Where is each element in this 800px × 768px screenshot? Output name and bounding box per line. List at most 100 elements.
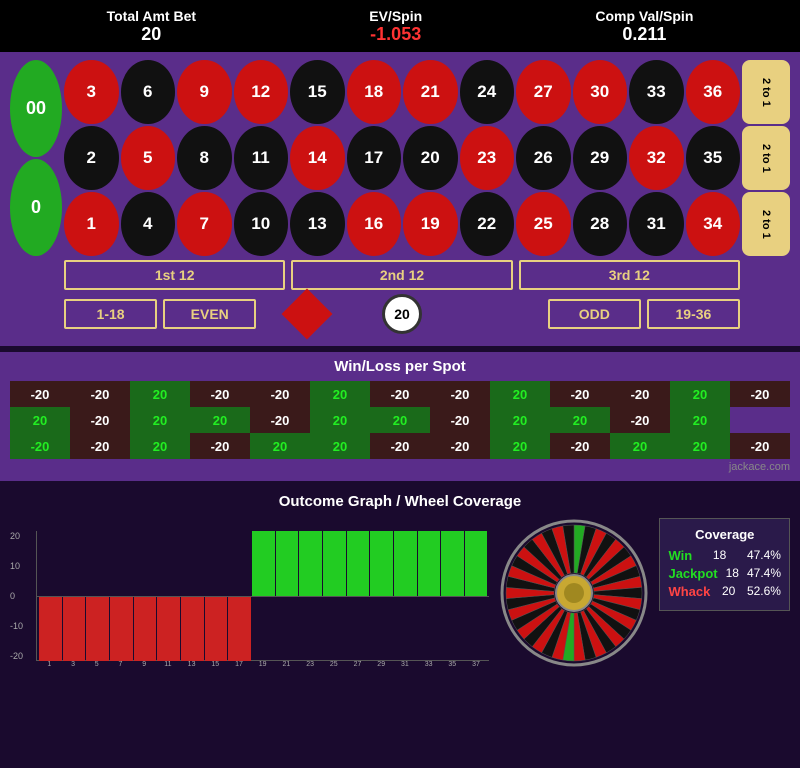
bet-odd[interactable]: ODD — [548, 299, 641, 329]
num-12[interactable]: 12 — [234, 60, 289, 124]
col-bet-2[interactable]: 2 to 1 — [742, 126, 790, 190]
num-9[interactable]: 9 — [177, 60, 232, 124]
dozen-bet-1st[interactable]: 1st 12 — [64, 260, 285, 290]
num-13[interactable]: 13 — [290, 192, 345, 256]
num-14[interactable]: 14 — [290, 126, 345, 190]
wl-cell: -20 — [730, 381, 790, 407]
col-bet-1[interactable]: 2 to 1 — [742, 60, 790, 124]
num-10[interactable]: 10 — [234, 192, 289, 256]
bar-space — [418, 596, 441, 661]
x-labels-row: 135791113151719212325272931333537 — [36, 661, 489, 668]
num-5[interactable]: 5 — [121, 126, 176, 190]
bet-19-36[interactable]: 19-36 — [647, 299, 740, 329]
num-32[interactable]: 32 — [629, 126, 684, 190]
num-29[interactable]: 29 — [573, 126, 628, 190]
bar-neg — [63, 596, 86, 661]
coverage-win-count: 18 — [713, 548, 726, 563]
col-bet-3[interactable]: 2 to 1 — [742, 192, 790, 256]
dozen-bet-3rd[interactable]: 3rd 12 — [519, 260, 740, 290]
num-15[interactable]: 15 — [290, 60, 345, 124]
y-label-neg20: -20 — [10, 651, 23, 661]
number-chip[interactable]: 20 — [382, 294, 422, 334]
bar-pos — [252, 531, 275, 596]
coverage-title: Coverage — [668, 527, 781, 542]
num-34[interactable]: 34 — [686, 192, 741, 256]
bet-even[interactable]: EVEN — [163, 299, 256, 329]
x-label-3: 3 — [62, 661, 85, 668]
number-chip-area: 20 — [357, 294, 446, 334]
ev-spin-col: EV/Spin -1.053 — [369, 8, 422, 45]
dozen-bet-2nd[interactable]: 2nd 12 — [291, 260, 512, 290]
x-label-19: 19 — [251, 661, 274, 668]
num-19[interactable]: 19 — [403, 192, 458, 256]
wl-cell: 20 — [670, 433, 730, 459]
wl-cell: -20 — [190, 433, 250, 459]
num-27[interactable]: 27 — [516, 60, 571, 124]
winloss-title: Win/Loss per Spot — [10, 358, 790, 375]
wheel-container — [499, 518, 649, 668]
numbers-grid: 00 0 3 6 9 12 15 18 21 24 27 30 33 36 2 … — [10, 60, 790, 256]
num-28[interactable]: 28 — [573, 192, 628, 256]
red-diamond[interactable] — [281, 289, 332, 340]
num-11[interactable]: 11 — [234, 126, 289, 190]
red-diamond-area — [262, 296, 351, 332]
wl-cell: 20 — [190, 407, 250, 433]
wl-cell: -20 — [430, 381, 490, 407]
bar-space — [465, 596, 488, 661]
num-17[interactable]: 17 — [347, 126, 402, 190]
wheel-hub-inner — [564, 583, 584, 603]
outcome-content: 20 10 0 -10 -20 135791113151719212325272… — [10, 518, 790, 668]
wl-cell: 20 — [490, 433, 550, 459]
bet-1-18[interactable]: 1-18 — [64, 299, 157, 329]
x-label-17: 17 — [228, 661, 251, 668]
num-7[interactable]: 7 — [177, 192, 232, 256]
double-zero[interactable]: 00 — [10, 60, 62, 157]
wl-row-2: 20 -20 20 20 -20 20 20 -20 20 20 -20 20 — [10, 407, 790, 433]
wl-cell: -20 — [70, 381, 130, 407]
wl-cell: -20 — [730, 433, 790, 459]
num-21[interactable]: 21 — [403, 60, 458, 124]
x-label-31: 31 — [394, 661, 417, 668]
coverage-win-label: Win — [668, 548, 692, 563]
num-36[interactable]: 36 — [686, 60, 741, 124]
num-8[interactable]: 8 — [177, 126, 232, 190]
num-18[interactable]: 18 — [347, 60, 402, 124]
zeros-column: 00 0 — [10, 60, 62, 256]
y-label-10: 10 — [10, 561, 23, 571]
num-30[interactable]: 30 — [573, 60, 628, 124]
number-row-3: 1 4 7 10 13 16 19 22 25 28 31 34 — [64, 192, 740, 256]
num-31[interactable]: 31 — [629, 192, 684, 256]
num-6[interactable]: 6 — [121, 60, 176, 124]
num-2[interactable]: 2 — [64, 126, 119, 190]
num-16[interactable]: 16 — [347, 192, 402, 256]
wl-cell: 20 — [610, 433, 670, 459]
wl-cell: 20 — [10, 407, 70, 433]
num-35[interactable]: 35 — [686, 126, 741, 190]
jackace-attribution: jackace.com — [10, 459, 790, 473]
coverage-table: Coverage Win 18 47.4% Jackpot 18 47.4% W… — [659, 518, 790, 611]
num-33[interactable]: 33 — [629, 60, 684, 124]
num-23[interactable]: 23 — [460, 126, 515, 190]
num-25[interactable]: 25 — [516, 192, 571, 256]
single-zero[interactable]: 0 — [10, 159, 62, 256]
y-axis-labels: 20 10 0 -10 -20 — [10, 531, 25, 661]
x-label-29: 29 — [370, 661, 393, 668]
num-26[interactable]: 26 — [516, 126, 571, 190]
bar-chart-area: 20 10 0 -10 -20 135791113151719212325272… — [10, 531, 489, 668]
num-4[interactable]: 4 — [121, 192, 176, 256]
num-24[interactable]: 24 — [460, 60, 515, 124]
num-22[interactable]: 22 — [460, 192, 515, 256]
bar-pos — [347, 531, 370, 596]
wl-cell: 20 — [490, 381, 550, 407]
wl-cell: -20 — [610, 407, 670, 433]
num-3[interactable]: 3 — [64, 60, 119, 124]
bar-neg — [228, 596, 251, 661]
num-1[interactable]: 1 — [64, 192, 119, 256]
coverage-whack-count: 20 — [722, 584, 735, 599]
total-amt-bet-col: Total Amt Bet 20 — [107, 8, 196, 45]
num-20[interactable]: 20 — [403, 126, 458, 190]
bar-space — [252, 596, 275, 661]
wl-cell: 20 — [310, 381, 370, 407]
total-amt-bet-label: Total Amt Bet — [107, 8, 196, 24]
bar-pos — [370, 531, 393, 596]
